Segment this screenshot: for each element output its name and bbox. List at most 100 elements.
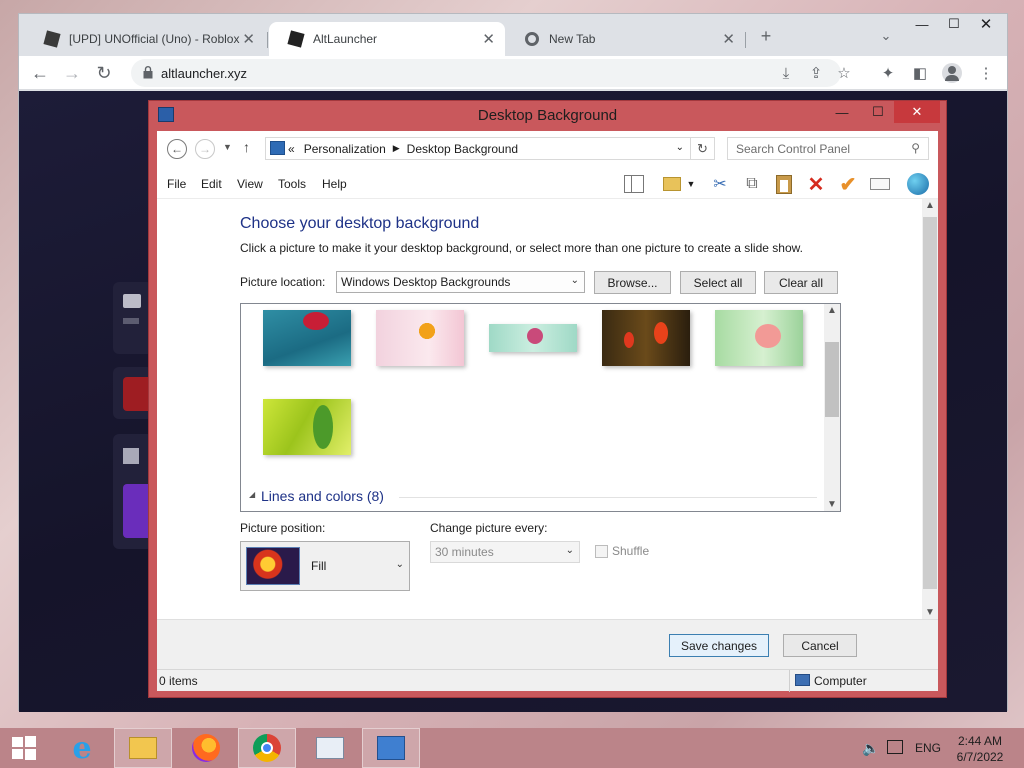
window-title: Desktop Background bbox=[477, 107, 618, 124]
scroll-up-icon[interactable]: ▲ bbox=[827, 305, 837, 316]
group-expander[interactable]: ◢ bbox=[249, 490, 255, 499]
folder-options-icon[interactable] bbox=[661, 173, 683, 195]
up-icon[interactable]: ↑ bbox=[243, 139, 250, 155]
file-explorer-icon[interactable] bbox=[114, 728, 172, 768]
network-icon[interactable] bbox=[887, 740, 903, 754]
forward-icon[interactable]: → bbox=[61, 62, 83, 84]
maximize-icon[interactable]: ☐ bbox=[937, 14, 971, 34]
globe-icon[interactable] bbox=[907, 173, 929, 195]
close-icon[interactable]: ✕ bbox=[894, 101, 940, 123]
scroll-down-icon[interactable]: ▼ bbox=[925, 607, 935, 618]
breadcrumb-personalization[interactable]: Personalization bbox=[304, 142, 386, 156]
picture-position-value: Fill bbox=[311, 559, 327, 573]
select-all-button[interactable]: Select all bbox=[680, 271, 756, 294]
tab-roblox[interactable]: [UPD] UNOfficial (Uno) - Roblox ✕ bbox=[25, 22, 265, 56]
tab-new-tab[interactable]: New Tab ✕ bbox=[505, 22, 745, 56]
roblox-icon bbox=[43, 30, 61, 48]
clock[interactable]: 2:44 AM 6/7/2022 bbox=[950, 733, 1010, 765]
address-bar[interactable]: altlauncher.xyz ⤓ ⇪ ☆ bbox=[131, 59, 851, 87]
language-indicator[interactable]: ENG bbox=[915, 741, 941, 755]
altlauncher-icon bbox=[287, 30, 305, 48]
scrollbar-thumb[interactable] bbox=[923, 217, 937, 589]
scroll-down-icon[interactable]: ▼ bbox=[827, 499, 837, 510]
picture-position-select[interactable]: Fill ⌄ bbox=[240, 541, 410, 591]
reload-icon[interactable]: ↻ bbox=[93, 62, 115, 84]
paste-icon[interactable] bbox=[773, 173, 795, 195]
delete-icon[interactable]: ✕ bbox=[805, 173, 827, 196]
back-icon[interactable]: ← bbox=[29, 62, 51, 84]
forward-icon[interactable]: → bbox=[195, 139, 215, 159]
close-window-icon[interactable]: ✕ bbox=[969, 14, 1003, 34]
computer-icon bbox=[795, 674, 810, 686]
extensions-icon[interactable]: ✦ bbox=[877, 62, 899, 84]
wallpaper-thumbnail[interactable] bbox=[263, 310, 351, 366]
control-panel-taskbar-icon[interactable] bbox=[362, 728, 420, 768]
search-input[interactable]: Search Control Panel ⚲ bbox=[727, 137, 929, 160]
wallpaper-thumbnail[interactable] bbox=[263, 399, 351, 455]
menu-icon[interactable]: ⋮ bbox=[975, 62, 997, 84]
performance-monitor-icon[interactable] bbox=[302, 728, 358, 768]
chevron-down-icon[interactable]: ▼ bbox=[685, 173, 697, 195]
scrollbar-thumb[interactable] bbox=[825, 342, 839, 417]
menu-help[interactable]: Help bbox=[322, 177, 347, 191]
chrome-taskbar-icon[interactable] bbox=[238, 728, 296, 768]
search-icon: ⚲ bbox=[911, 141, 920, 155]
install-icon[interactable]: ⤓ bbox=[775, 62, 797, 84]
share-icon[interactable]: ⇪ bbox=[805, 62, 827, 84]
picture-location-select[interactable]: Windows Desktop Backgrounds ⌄ bbox=[336, 271, 585, 293]
back-icon[interactable]: ← bbox=[167, 139, 187, 159]
rename-icon[interactable] bbox=[869, 173, 891, 195]
save-changes-button[interactable]: Save changes bbox=[669, 634, 769, 657]
volume-muted-icon[interactable]: 🔈 bbox=[862, 740, 879, 757]
picture-location-value: Windows Desktop Backgrounds bbox=[341, 275, 511, 289]
properties-checkmark-icon[interactable]: ✔ bbox=[837, 173, 859, 196]
firefox-icon[interactable] bbox=[178, 728, 234, 768]
minimize-icon[interactable]: — bbox=[905, 14, 939, 34]
close-icon[interactable]: ✕ bbox=[242, 30, 255, 48]
scroll-up-icon[interactable]: ▲ bbox=[925, 200, 935, 211]
breadcrumb-overflow[interactable]: « bbox=[288, 142, 295, 156]
content-scrollbar[interactable]: ▲ ▼ bbox=[922, 199, 938, 619]
address-bar[interactable]: « Personalization ▶ Desktop Background ⌄ bbox=[265, 137, 691, 160]
side-panel-icon[interactable]: ◧ bbox=[909, 62, 931, 84]
close-icon[interactable]: ✕ bbox=[722, 30, 735, 48]
profile-icon[interactable] bbox=[941, 62, 963, 84]
control-panel-icon bbox=[270, 141, 285, 155]
gallery-scrollbar[interactable]: ▲ ▼ bbox=[824, 304, 840, 511]
chevron-down-icon[interactable]: ⌄ bbox=[676, 142, 684, 153]
menu-view[interactable]: View bbox=[237, 177, 263, 191]
breadcrumb-desktop-background[interactable]: Desktop Background bbox=[407, 142, 518, 156]
wallpaper-thumbnail[interactable] bbox=[376, 310, 464, 366]
menu-file[interactable]: File bbox=[167, 177, 186, 191]
shuffle-checkbox[interactable]: Shuffle bbox=[595, 544, 649, 558]
browse-button[interactable]: Browse... bbox=[594, 271, 671, 294]
recent-locations-icon[interactable]: ▼ bbox=[223, 142, 232, 152]
control-panel-icon bbox=[158, 107, 174, 122]
bookmark-star-icon[interactable]: ☆ bbox=[833, 62, 855, 84]
preview-pane-icon[interactable] bbox=[623, 173, 645, 195]
new-tab-icon[interactable]: + bbox=[755, 25, 777, 47]
menu-tools[interactable]: Tools bbox=[278, 177, 306, 191]
wallpaper-thumbnail[interactable] bbox=[715, 310, 803, 366]
tab-search-icon[interactable]: ⌄ bbox=[875, 25, 897, 47]
start-button[interactable] bbox=[0, 728, 48, 768]
group-title[interactable]: Lines and colors (8) bbox=[261, 488, 384, 504]
window-body: ← → ▼ ↑ « Personalization ▶ Desktop Back… bbox=[157, 131, 938, 692]
maximize-icon[interactable]: ☐ bbox=[866, 101, 890, 123]
internet-explorer-icon[interactable]: e bbox=[54, 728, 110, 768]
refresh-icon[interactable]: ↻ bbox=[691, 137, 715, 160]
checkbox-box[interactable] bbox=[595, 544, 608, 558]
wallpaper-thumbnail[interactable] bbox=[489, 324, 577, 352]
taskbar: e 🔈 ENG 2:44 AM 6/7/2022 bbox=[0, 728, 1024, 768]
minimize-icon[interactable]: — bbox=[830, 101, 854, 123]
cut-icon[interactable]: ✂ bbox=[709, 173, 731, 195]
cancel-button[interactable]: Cancel bbox=[783, 634, 857, 657]
wallpaper-thumbnail[interactable] bbox=[602, 310, 690, 366]
close-icon[interactable]: ✕ bbox=[482, 30, 495, 48]
clear-all-button[interactable]: Clear all bbox=[764, 271, 838, 294]
menu-edit[interactable]: Edit bbox=[201, 177, 222, 191]
position-preview-thumbnail bbox=[246, 547, 300, 585]
copy-icon[interactable]: ⧉ bbox=[741, 173, 763, 195]
tab-altlauncher[interactable]: AltLauncher ✕ bbox=[269, 22, 505, 56]
change-picture-select[interactable]: 30 minutes ⌄ bbox=[430, 541, 580, 563]
